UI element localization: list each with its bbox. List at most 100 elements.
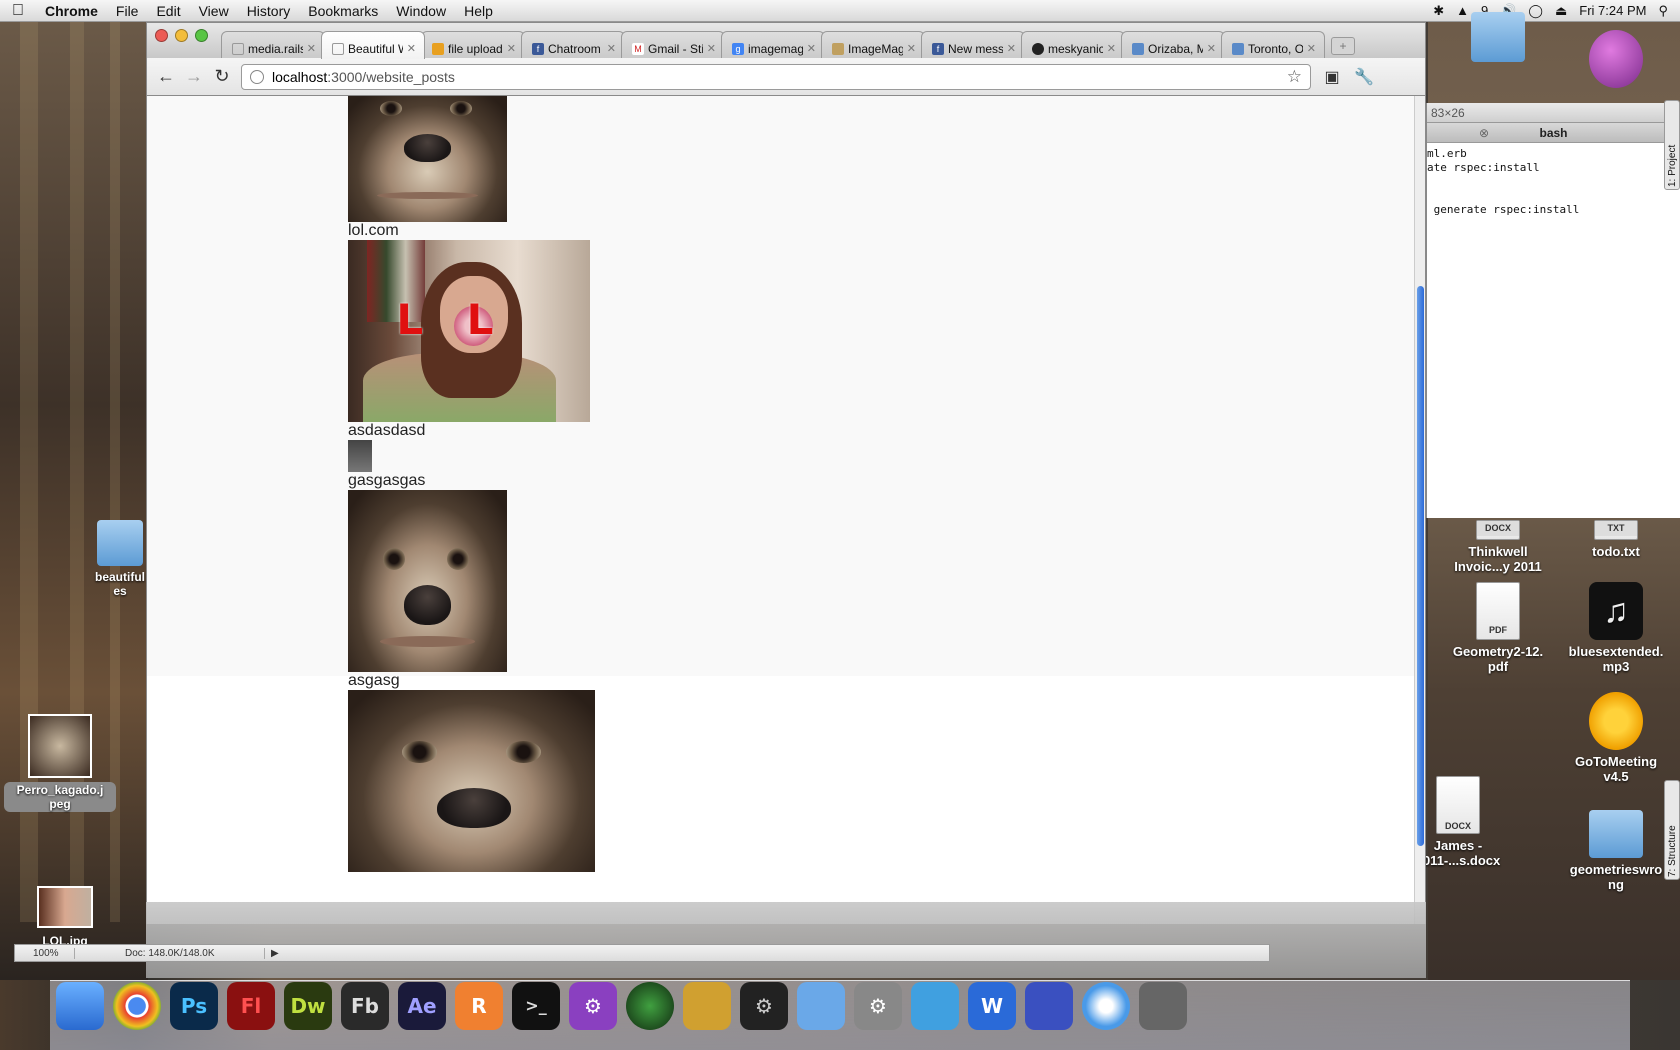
zoom-level[interactable]: 100% [15,947,75,959]
desktop-file-label: GoToMeeting v4.5 [1574,754,1658,784]
dreamweaver-icon[interactable]: Dw [284,982,332,1030]
tab-toronto[interactable]: Toronto, O ✕ [1221,31,1325,59]
menu-view[interactable]: View [190,3,238,19]
dog-eye [446,548,469,571]
word-icon[interactable]: W [968,982,1016,1030]
tab-media-rails[interactable]: media.rails ✕ [221,31,325,59]
apple-icon[interactable]:  [0,2,36,20]
chrome-icon[interactable] [113,982,161,1030]
tab-github[interactable]: meskyanic ✕ [1021,31,1125,59]
ide-status-bar: 100% Doc: 148.0K/148.0K ▶ [14,944,1270,962]
post-title: asdasdasd [348,422,426,439]
page-actions-icon[interactable]: ▣ [1321,67,1343,87]
tab-label: meskyanic [1048,41,1103,56]
desktop-folder-geometries[interactable]: geometrieswro ng [1566,810,1666,892]
desktop-file-todo[interactable]: TXT todo.txt [1566,520,1666,559]
after-effects-icon[interactable]: Ae [398,982,446,1030]
structure-tab[interactable]: 7: Structure [1664,780,1680,880]
rubymine-icon[interactable]: R [455,982,503,1030]
desktop-folder-beautiful[interactable]: beautiful es [90,520,150,598]
desktop-file-geometry-pdf[interactable]: PDF Geometry2-12. pdf [1448,582,1548,674]
close-icon[interactable]: ✕ [1107,42,1116,55]
tab-chatroom[interactable]: f Chatroom ✕ [521,31,625,59]
flash-icon[interactable]: Fl [227,982,275,1030]
close-icon[interactable]: ✕ [807,42,816,55]
desktop-file-music[interactable]: ♫ bluesextended. mp3 [1566,582,1666,674]
minimize-window-button[interactable] [175,29,188,42]
desktop-folder[interactable] [1448,12,1548,66]
close-icon[interactable]: ✕ [307,42,316,55]
close-icon[interactable]: ✕ [1307,42,1316,55]
folder-icon [1471,12,1525,62]
new-tab-button[interactable]: + [1331,37,1355,55]
close-icon[interactable]: ✕ [607,42,616,55]
close-icon[interactable]: ✕ [707,42,716,55]
menu-window[interactable]: Window [387,3,455,19]
tab-gmail[interactable]: M Gmail - Sti ✕ [621,31,725,59]
close-icon[interactable]: ⊗ [1479,123,1489,143]
pdf-icon: PDF [1476,582,1520,640]
tab-beautiful-w[interactable]: Beautiful W ✕ [321,31,425,59]
spotlight-icon[interactable]: ⚲ [1658,3,1668,19]
tab-new-message[interactable]: f New messa ✕ [921,31,1025,59]
close-window-button[interactable] [155,29,168,42]
terminal-window[interactable]: 83×26 ⊗ bash ml.erb ate rspec:install ge… [1426,103,1680,518]
forward-arrow-icon[interactable]: → [185,66,203,87]
back-arrow-icon[interactable]: ← [157,66,175,87]
address-bar[interactable]: localhost:3000/website_posts ☆ [241,63,1311,90]
bluetooth-icon[interactable]: ✱ [1433,3,1444,19]
close-icon[interactable]: ✕ [1207,42,1216,55]
desktop-file-perro[interactable]: Perro_kagado.j peg [4,714,116,812]
close-icon[interactable]: ✕ [507,42,516,55]
lol-letter: L [466,294,494,344]
page-scrollbar[interactable] [1414,96,1426,924]
desktop-file-label: Thinkwell Invoic...y 2011 [1454,544,1542,574]
desktop-file-lol[interactable]: LOL.jpg [20,886,110,948]
preferences-gear-icon[interactable]: ⚙ [569,982,617,1030]
finder-icon[interactable] [56,982,104,1030]
messenger-icon[interactable] [911,982,959,1030]
transmit-truck-icon[interactable] [683,982,731,1030]
menu-history[interactable]: History [238,3,300,19]
eject-icon[interactable]: ⏏ [1555,3,1567,19]
steam-icon[interactable]: ⚙ [740,982,788,1030]
menu-edit[interactable]: Edit [147,3,189,19]
close-icon[interactable]: ✕ [907,42,916,55]
menu-bookmarks[interactable]: Bookmarks [299,3,387,19]
menubar-clock[interactable]: Fri 7:24 PM [1579,3,1646,18]
menu-app[interactable]: Chrome [36,3,107,19]
tab-imagemagick-search[interactable]: g imagemagi ✕ [721,31,825,59]
globe-icon[interactable] [626,982,674,1030]
globe-icon [1589,30,1643,88]
wrench-icon[interactable]: 🔧 [1353,67,1375,87]
play-arrow-icon[interactable]: ▶ [265,948,279,959]
zoom-window-button[interactable] [195,29,208,42]
photoshop-icon[interactable]: Ps [170,982,218,1030]
preview-icon[interactable] [1139,982,1187,1030]
bookmark-star-icon[interactable]: ☆ [1287,67,1302,87]
safari-icon[interactable] [1082,982,1130,1030]
scrollbar-thumb[interactable] [1417,286,1424,846]
adium-icon[interactable] [1025,982,1073,1030]
flash-builder-icon[interactable]: Fb [341,982,389,1030]
terminal-tab[interactable]: ⊗ bash [1427,123,1680,143]
facetime-icon[interactable] [797,982,845,1030]
close-icon[interactable]: ✕ [1007,42,1016,55]
system-preferences-icon[interactable]: ⚙ [854,982,902,1030]
tab-file-upload[interactable]: file upload ✕ [421,31,525,59]
desktop-app-gotomeeting[interactable]: GoToMeeting v4.5 [1566,692,1666,784]
terminal-icon[interactable]: >_ [512,982,560,1030]
desktop-globe-app[interactable] [1566,30,1666,92]
project-tab[interactable]: 1: Project [1664,100,1680,190]
reload-icon[interactable]: ↻ [213,66,231,87]
url-host: localhost [272,68,328,85]
menu-file[interactable]: File [107,3,148,19]
tab-orizaba[interactable]: Orizaba, M ✕ [1121,31,1225,59]
posts-list: lol.com L L asdasdasd gasgasgas asgasg [348,96,595,872]
menu-help[interactable]: Help [455,3,502,19]
tab-imagemagick[interactable]: ImageMagi ✕ [821,31,925,59]
tab-label: imagemagi [748,41,803,56]
close-icon[interactable]: ✕ [407,42,416,55]
desktop-file-invoice[interactable]: DOCX Thinkwell Invoic...y 2011 [1448,520,1548,574]
menubar:  Chrome File Edit View History Bookmark… [0,0,1680,22]
